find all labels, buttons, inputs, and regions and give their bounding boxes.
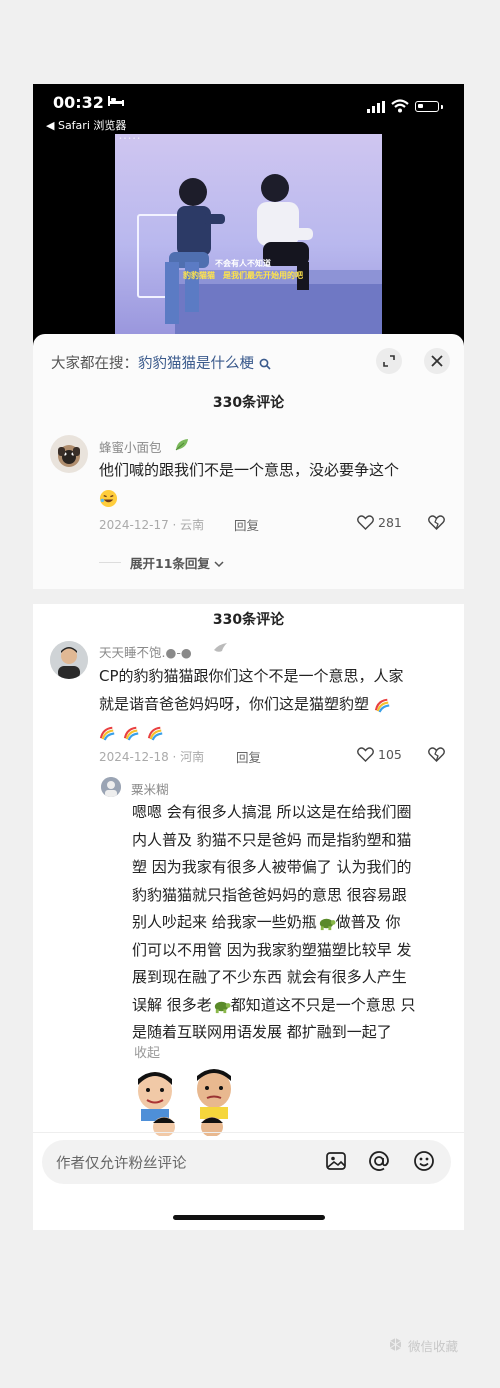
- avatar[interactable]: [101, 777, 121, 797]
- comment-username[interactable]: 天天睡不饱.●-●: [99, 642, 192, 661]
- avatar-dog-image: [58, 445, 80, 467]
- bed-icon: [108, 96, 124, 106]
- expand-replies-button[interactable]: 展开11条回复: [130, 553, 224, 572]
- collapse-reply-button[interactable]: 收起: [134, 1042, 160, 1061]
- reply-button[interactable]: 回复: [234, 515, 259, 534]
- search-suggestion[interactable]: 大家都在搜：豹豹猫猫是什么梗: [51, 352, 271, 373]
- video-frame: • • • • • 不会有人不知道 豹豹猫猫 是我们最先开始用的吧: [115, 134, 382, 334]
- turtle-icon: [319, 918, 336, 931]
- dislike-heart-icon[interactable]: [428, 515, 445, 530]
- image-icon[interactable]: [325, 1150, 347, 1172]
- comment-date-location: 2024-12-18 · 河南: [99, 750, 205, 764]
- like-count: 281: [378, 515, 402, 530]
- close-button[interactable]: [424, 348, 450, 374]
- screenshot-bottom: 330条评论 天天睡不饱.●-● CP的豹豹猫猫跟你们这个不是一个意思，人家 就…: [33, 604, 464, 1230]
- dislike-heart-icon[interactable]: [428, 747, 445, 762]
- screenshot-top: 00:32 ◀ Safari 浏览器 • • • • • 不会有人不知道 豹豹猫…: [33, 84, 464, 589]
- leaf-icon: [175, 439, 188, 451]
- comment-count: 330条评论: [212, 395, 285, 411]
- comment-text: CP的豹豹猫猫跟你们这个不是一个意思，人家 就是谐音爸爸妈妈呀，你们这是猫塑豹塑: [99, 662, 404, 746]
- reply-button[interactable]: 回复: [236, 747, 261, 766]
- at-icon[interactable]: [368, 1150, 390, 1172]
- reply-username[interactable]: 粟米糊: [131, 779, 169, 798]
- comments-panel: 大家都在搜：豹豹猫猫是什么梗 330条评论 蜂蜜小面包 他们喊的跟我们不是一个意…: [33, 334, 464, 589]
- sticker-image: [197, 1069, 231, 1119]
- collapse-button[interactable]: [376, 348, 402, 374]
- chevron-down-icon: [214, 561, 224, 568]
- status-time: 00:32: [53, 93, 104, 112]
- smiley-icon[interactable]: [413, 1150, 435, 1172]
- back-to-safari[interactable]: ◀ Safari 浏览器: [46, 117, 126, 133]
- close-icon: [431, 355, 443, 367]
- comment-input[interactable]: 作者仅允许粉丝评论: [42, 1140, 451, 1184]
- comment-input-placeholder: 作者仅允许粉丝评论: [56, 1156, 187, 1172]
- heart-icon[interactable]: [357, 747, 374, 762]
- home-indicator[interactable]: [173, 1215, 325, 1220]
- reply-text: 嗯嗯 会有很多人搞混 所以这是在给我们圈 内人普及 豹猫不只是爸妈 而是指豹塑和…: [132, 803, 416, 1041]
- avatar-reply-image: [101, 777, 121, 797]
- comment-username[interactable]: 蜂蜜小面包: [99, 437, 162, 456]
- rainbow-icon: [99, 726, 115, 741]
- video-subtitle-2b: 是我们最先开始用的吧: [223, 271, 303, 280]
- search-keyword[interactable]: 豹豹猫猫是什么梗: [138, 356, 254, 372]
- turtle-icon: [214, 1001, 231, 1013]
- laugh-emoji-icon: [99, 489, 118, 508]
- avatar-person-image: [50, 641, 88, 679]
- avatar[interactable]: [50, 435, 88, 473]
- watermark-text: 微信收藏: [408, 1339, 459, 1354]
- like-count: 105: [378, 747, 402, 762]
- rainbow-icon: [123, 726, 139, 741]
- wifi-icon: [391, 99, 409, 113]
- avatar[interactable]: [50, 641, 88, 679]
- bird-icon: [214, 643, 227, 652]
- video-subtitle-2a: 豹豹猫猫: [183, 271, 215, 280]
- battery-icon: [415, 101, 439, 112]
- search-icon: [259, 358, 271, 370]
- video-subtitle-1: 不会有人不知道: [215, 259, 271, 268]
- signal-icon: [367, 101, 385, 113]
- heart-icon[interactable]: [357, 515, 374, 530]
- person-left-figure: [165, 178, 225, 324]
- wechat-favorites-icon: [389, 1338, 402, 1351]
- rainbow-icon: [147, 726, 162, 741]
- comment-date-location: 2024-12-17 · 云南: [99, 518, 205, 532]
- comment-text: 他们喊的跟我们不是一个意思，没必要争这个: [99, 456, 399, 512]
- status-bar: 00:32 ◀ Safari 浏览器: [33, 84, 464, 134]
- rainbow-icon: [374, 698, 390, 713]
- collapse-icon: [383, 355, 395, 367]
- comment-count: 330条评论: [212, 612, 285, 628]
- video-player[interactable]: 00:32 ◀ Safari 浏览器 • • • • • 不会有人不知道 豹豹猫…: [33, 84, 464, 349]
